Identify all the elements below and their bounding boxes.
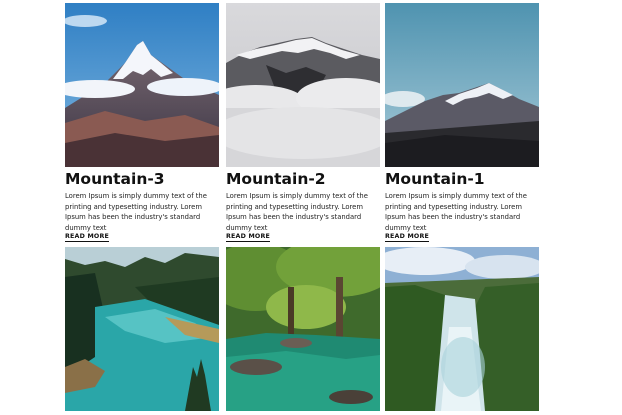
rushing-river-image[interactable] [385,247,539,411]
card-image[interactable] [385,3,539,167]
card-description: Lorem Ipsum is simply dummy text of the … [226,192,368,232]
read-more-link[interactable]: READ MORE [65,233,110,242]
blog-card-grid: Mountain-3 Lorem Ipsum is simply dummy t… [0,0,622,415]
river-forest-image[interactable] [65,247,219,411]
card-title[interactable]: Mountain-3 [65,169,219,189]
card-title[interactable]: Mountain-1 [385,169,539,189]
forest-stream-image[interactable] [226,247,380,411]
read-more-link[interactable]: READ MORE [226,233,271,242]
read-more-link[interactable]: READ MORE [385,233,430,242]
card-image[interactable] [226,3,380,167]
card-description: Lorem Ipsum is simply dummy text of the … [385,192,527,232]
card-image[interactable] [65,3,219,167]
card-title[interactable]: Mountain-2 [226,169,380,189]
card-description: Lorem Ipsum is simply dummy text of the … [65,192,207,232]
